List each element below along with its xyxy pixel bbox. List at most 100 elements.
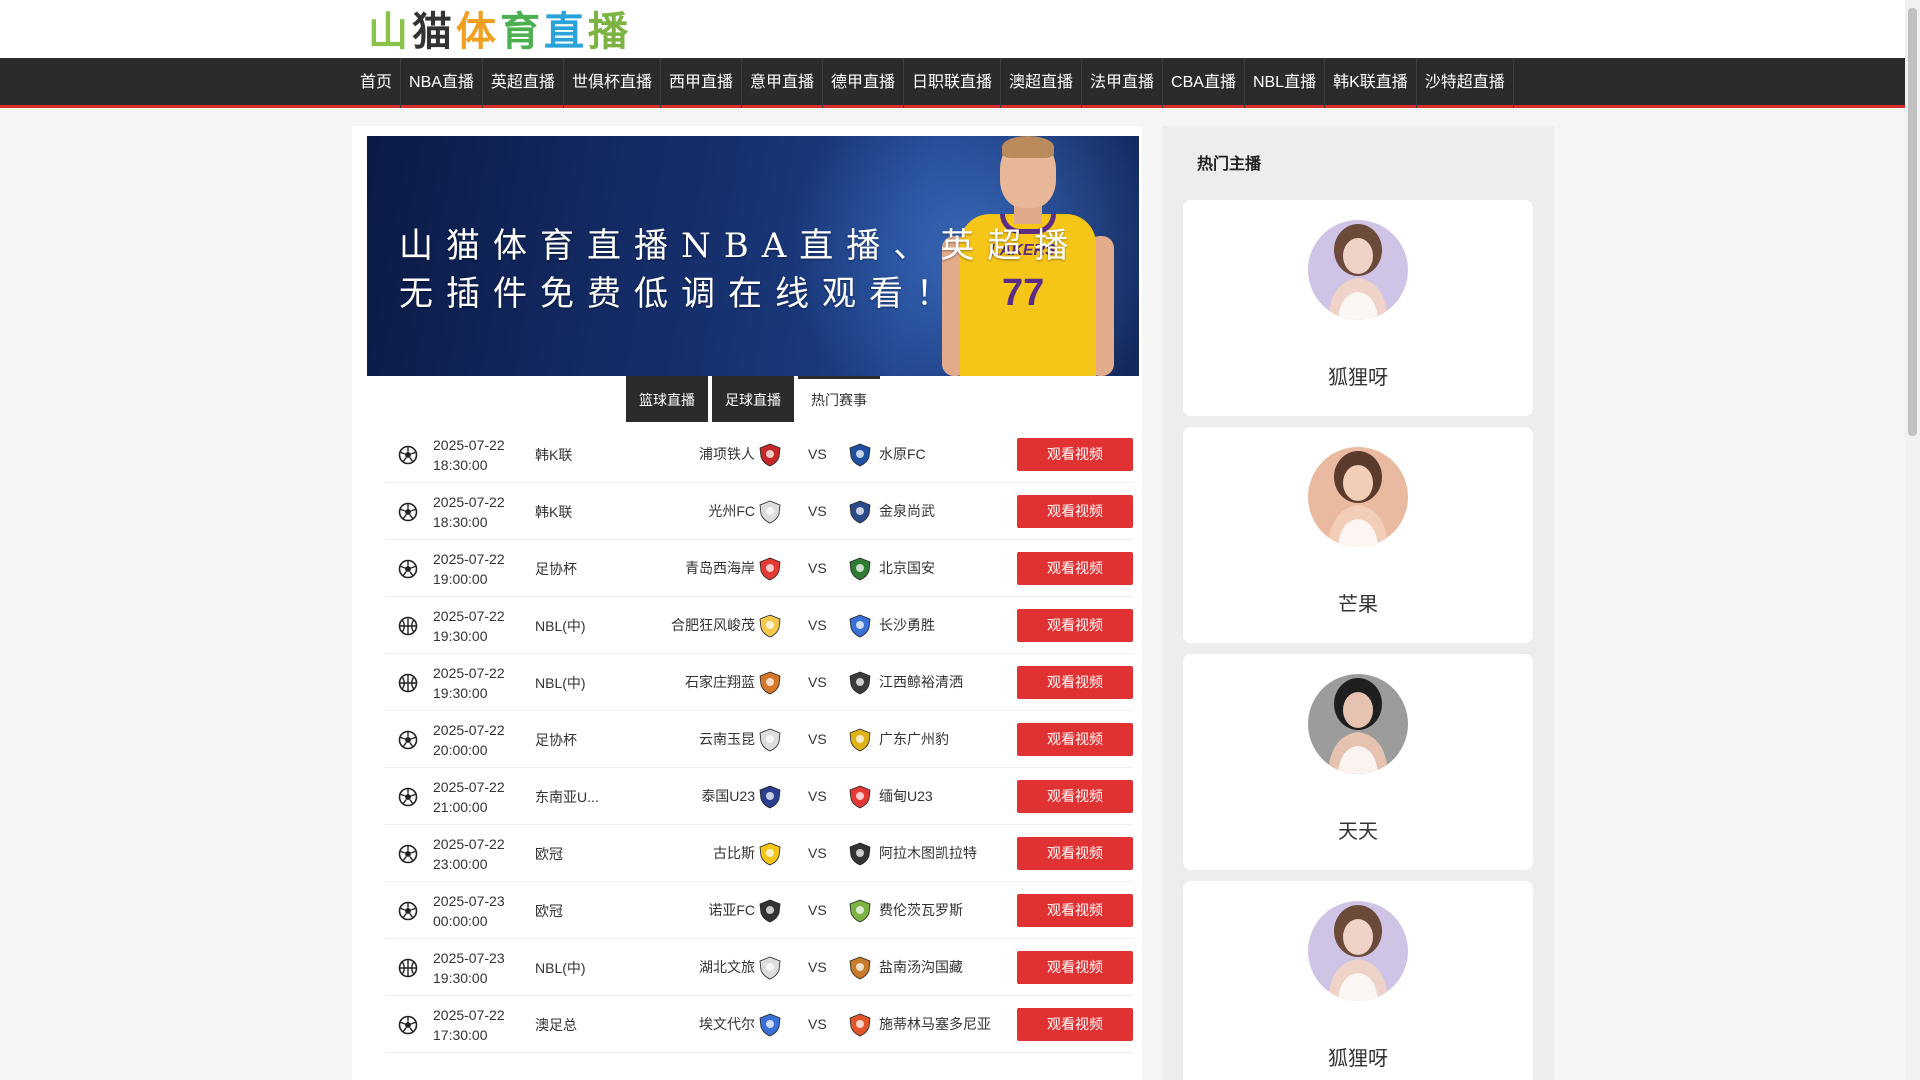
match-date: 2025-07-22 [433, 836, 505, 852]
match-date: 2025-07-22 [433, 779, 505, 795]
match-row: 2025-07-22 19:30:00 NBL(中) 合肥狂风峻茂 VS 长沙勇胜 观看视频 [385, 597, 1133, 654]
match-row: 2025-07-23 19:30:00 NBL(中) 湖北文旅 VS 盐南汤沟国藏 观看视频 [385, 939, 1133, 996]
nav-item-2[interactable]: 英超直播 [483, 58, 564, 108]
home-team: 埃文代尔 [699, 1016, 755, 1032]
match-time: 2025-07-22 19:30:00 [433, 606, 505, 646]
football-icon [398, 844, 418, 864]
home-team-logo [757, 955, 783, 981]
vs-label: VS [808, 446, 827, 462]
nav-item-1[interactable]: NBA直播 [401, 58, 483, 108]
sidebar-title: 热门主播 [1197, 156, 1262, 173]
page-scrollbar[interactable] [1905, 0, 1920, 1080]
tab-0[interactable]: 篮球直播 [626, 376, 708, 422]
away-team-logo [847, 727, 873, 753]
nav-item-13[interactable]: 沙特超直播 [1417, 58, 1514, 108]
away-team: 施蒂林马塞多尼亚 [879, 1016, 991, 1032]
match-clock: 20:00:00 [433, 742, 488, 758]
home-team: 光州FC [708, 503, 755, 519]
logo-char: 山 [368, 9, 410, 55]
streamer-card[interactable]: 芒果 [1183, 427, 1533, 643]
watch-video-button[interactable]: 观看视频 [1017, 495, 1133, 528]
site-header: 山猫体育直播 [0, 0, 1905, 58]
watch-video-button[interactable]: 观看视频 [1017, 552, 1133, 585]
football-icon [398, 445, 418, 465]
match-row: 2025-07-22 19:00:00 足协杯 青岛西海岸 VS 北京国安 观看视频 [385, 540, 1133, 597]
nav-item-12[interactable]: 韩K联直播 [1325, 58, 1417, 108]
match-time: 2025-07-22 20:00:00 [433, 720, 505, 760]
watch-video-button[interactable]: 观看视频 [1017, 894, 1133, 927]
streamer-avatar[interactable] [1308, 901, 1408, 1001]
vs-label: VS [808, 503, 827, 519]
match-row: 2025-07-22 19:30:00 NBL(中) 石家庄翔蓝 VS 江西鲸裕清洒 观看视… [385, 654, 1133, 711]
watch-video-button[interactable]: 观看视频 [1017, 951, 1133, 984]
home-team-logo [757, 499, 783, 525]
watch-video-button[interactable]: 观看视频 [1017, 780, 1133, 813]
football-icon [398, 559, 418, 579]
nav-item-9[interactable]: 法甲直播 [1082, 58, 1164, 108]
watch-video-button[interactable]: 观看视频 [1017, 1008, 1133, 1041]
watch-video-button[interactable]: 观看视频 [1017, 666, 1133, 699]
watch-video-button[interactable]: 观看视频 [1017, 609, 1133, 642]
basketball-icon [398, 673, 418, 693]
site-logo[interactable]: 山猫体育直播 [368, 9, 630, 55]
vs-label: VS [808, 788, 827, 804]
match-date: 2025-07-23 [433, 950, 505, 966]
match-date: 2025-07-22 [433, 494, 505, 510]
hero-banner[interactable]: LAKERS 77 山猫体育直播NBA直播、英超播 无插件免费低调在线观看！ [367, 136, 1139, 376]
tab-2[interactable]: 热门赛事 [798, 376, 880, 422]
streamer-avatar[interactable] [1308, 220, 1408, 320]
league-name: NBL(中) [535, 618, 586, 634]
streamer-card[interactable]: 狐狸呀 [1183, 881, 1533, 1080]
away-team-logo [847, 1012, 873, 1038]
logo-char: 播 [588, 9, 630, 55]
match-date: 2025-07-22 [433, 1007, 505, 1023]
match-date: 2025-07-22 [433, 551, 505, 567]
streamer-avatar[interactable] [1308, 674, 1408, 774]
away-team: 费伦茨瓦罗斯 [879, 902, 963, 918]
away-team-logo [847, 442, 873, 468]
match-time: 2025-07-22 18:30:00 [433, 435, 505, 475]
nav-item-8[interactable]: 澳超直播 [1001, 58, 1083, 108]
nav-item-11[interactable]: NBL直播 [1245, 58, 1326, 108]
match-row: 2025-07-23 00:00:00 欧冠 诺亚FC VS 费伦茨瓦罗斯 观看视频 [385, 882, 1133, 939]
watch-video-button[interactable]: 观看视频 [1017, 438, 1133, 471]
vs-label: VS [808, 959, 827, 975]
nav-item-7[interactable]: 日职联直播 [904, 58, 1002, 108]
match-clock: 00:00:00 [433, 913, 488, 929]
vs-label: VS [808, 902, 827, 918]
match-row: 2025-07-22 18:30:00 韩K联 光州FC VS 金泉尚武 观看视频 [385, 483, 1133, 540]
nav-item-4[interactable]: 西甲直播 [661, 58, 742, 108]
streamer-avatar[interactable] [1308, 447, 1408, 547]
tab-1[interactable]: 足球直播 [712, 376, 794, 422]
match-date: 2025-07-22 [433, 665, 505, 681]
match-row: 2025-07-22 20:00:00 足协杯 云南玉昆 VS 广东广州豹 观看视频 [385, 711, 1133, 768]
home-team: 古比斯 [713, 845, 755, 861]
watch-video-button[interactable]: 观看视频 [1017, 837, 1133, 870]
home-team-logo [757, 1012, 783, 1038]
nav-item-5[interactable]: 意甲直播 [742, 58, 823, 108]
match-clock: 19:30:00 [433, 685, 488, 701]
nav-item-10[interactable]: CBA直播 [1163, 58, 1245, 108]
nav-item-6[interactable]: 德甲直播 [823, 58, 904, 108]
match-date: 2025-07-22 [433, 608, 505, 624]
home-team: 石家庄翔蓝 [685, 674, 755, 690]
nav-item-0[interactable]: 首页 [352, 58, 402, 108]
sidebar: 热门主播 狐狸呀 芒果 天天 狐狸呀 [1162, 126, 1554, 1080]
league-name: 欧冠 [535, 903, 563, 919]
home-team-logo [757, 670, 783, 696]
match-clock: 17:30:00 [433, 1027, 488, 1043]
match-date: 2025-07-22 [433, 722, 505, 738]
away-team: 长沙勇胜 [879, 617, 935, 633]
home-team: 湖北文旅 [699, 959, 755, 975]
watch-video-button[interactable]: 观看视频 [1017, 723, 1133, 756]
match-clock: 18:30:00 [433, 514, 488, 530]
vs-label: VS [808, 617, 827, 633]
streamer-name: 芒果 [1338, 594, 1378, 616]
streamer-card[interactable]: 天天 [1183, 654, 1533, 870]
away-team-logo [847, 784, 873, 810]
player-hair [1002, 136, 1054, 158]
scrollbar-thumb[interactable] [1908, 8, 1917, 436]
nav-item-3[interactable]: 世俱杯直播 [564, 58, 661, 108]
streamer-card[interactable]: 狐狸呀 [1183, 200, 1533, 416]
basketball-icon [398, 616, 418, 636]
